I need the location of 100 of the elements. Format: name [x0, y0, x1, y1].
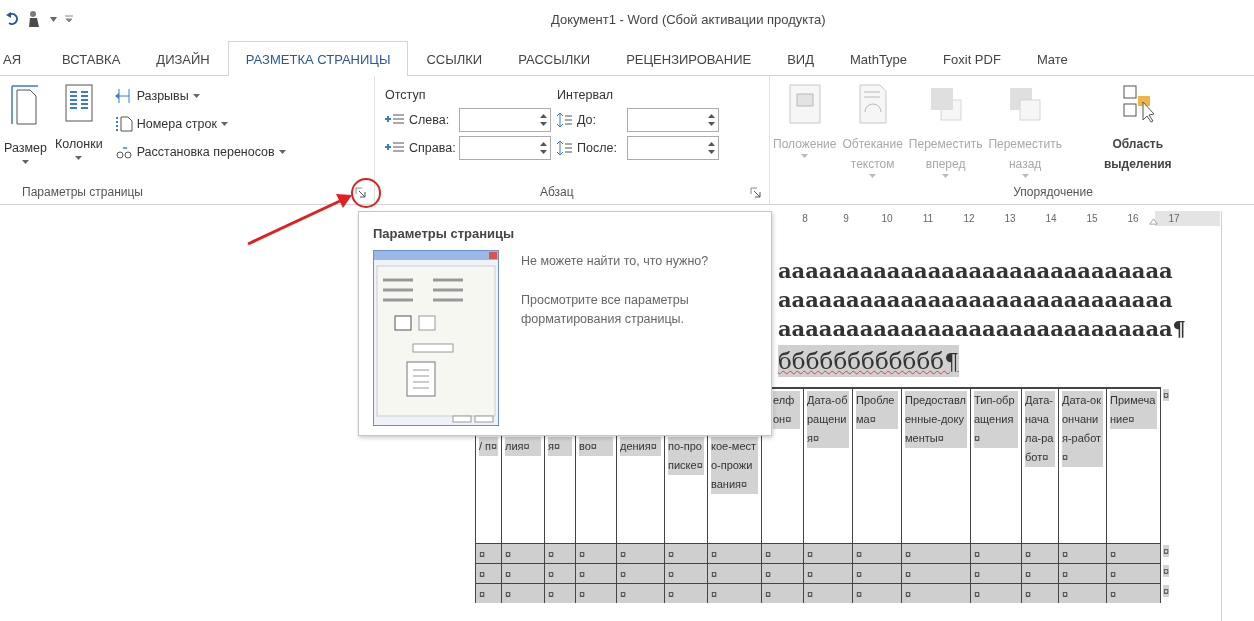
table-header-cell: во¤: [579, 437, 613, 456]
table-cell: ¤: [1106, 563, 1160, 583]
ribbon-button[interactable]: Расстановка переносов: [112, 140, 288, 164]
ribbon-button[interactable]: Колонки: [50, 84, 107, 180]
caret-icon: [278, 150, 286, 154]
text-line: ааааааааааааааааааааааааааааа: [778, 257, 1173, 285]
table-cell: ¤: [1021, 543, 1058, 563]
row-end-mark: ¤: [1163, 545, 1170, 557]
table-header-cell: Тип-обращения¤: [974, 391, 1018, 448]
ribbon-tab[interactable]: Мате: [1018, 42, 1086, 76]
table-cell: ¤: [901, 543, 970, 563]
row-end-mark: ¤: [1163, 585, 1170, 597]
caret-icon: [869, 174, 877, 178]
table-cell: ¤: [475, 563, 501, 583]
ribbon-tab[interactable]: РАЗМЕТКА СТРАНИЦЫ: [227, 41, 409, 76]
caret-icon: [220, 122, 228, 126]
ribbon-button[interactable]: Размер: [0, 84, 51, 180]
table-cell: ¤: [1106, 583, 1160, 603]
ribbon-button[interactable]: Разрывы: [112, 84, 288, 108]
ribbon-tab[interactable]: ССЫЛКИ: [408, 42, 501, 76]
ruler-number: 9: [842, 212, 850, 226]
spacing-icon: [557, 140, 573, 156]
text-line: ааааааааааааааааааааааааааааа¶: [778, 315, 1186, 343]
table-cell: ¤: [501, 583, 544, 603]
breaks-icon: [114, 88, 133, 104]
table-cell: ¤: [575, 543, 616, 563]
spinner-field[interactable]: [459, 136, 551, 160]
line-numbers-icon: [114, 115, 133, 133]
ribbon-tab[interactable]: ВСТАВКА: [44, 42, 139, 76]
spinner-arrows-icon[interactable]: [708, 141, 715, 155]
hyphenation-icon: [114, 144, 133, 160]
table-cell: ¤: [544, 543, 575, 563]
table-cell: ¤: [501, 543, 544, 563]
picture-position-icon: [787, 84, 822, 124]
indent-icon: [385, 113, 405, 127]
spinner-arrows-icon[interactable]: [540, 113, 547, 127]
caret-icon[interactable]: [50, 16, 57, 22]
table-cell: ¤: [970, 543, 1021, 563]
caret-icon: [22, 160, 29, 164]
table-cell: ¤: [852, 583, 901, 603]
table-cell: ¤: [616, 583, 664, 603]
field-label: До:: [577, 113, 598, 127]
table-header-cell: Дата-начала-работ¤: [1025, 391, 1055, 467]
table-header-cell: Предоставленные-документы¤: [905, 391, 967, 448]
caret-icon: [801, 154, 809, 158]
caret-icon: [1021, 174, 1029, 178]
tooltip-text: Не можете найти то, что нужно?: [521, 253, 710, 270]
spinner-arrows-icon[interactable]: [708, 113, 715, 127]
caret-icon: [192, 94, 200, 98]
spinner-field[interactable]: [627, 136, 719, 160]
highlighted-text: бббббббббббб¶: [778, 345, 959, 377]
table-cell: ¤: [1021, 563, 1058, 583]
ribbon-tab[interactable]: ВИД: [769, 42, 832, 76]
table-cell: ¤: [761, 543, 803, 563]
table-cell: ¤: [761, 583, 803, 603]
table-cell: ¤: [707, 543, 761, 563]
table-cell: ¤: [475, 543, 501, 563]
field-label: Справа:: [409, 141, 455, 155]
ribbon-tab[interactable]: Foxit PDF: [925, 42, 1019, 76]
dialog-launcher-icon[interactable]: [355, 186, 366, 198]
ribbon-tab[interactable]: ДИЗАЙН: [138, 42, 228, 76]
table-cell: ¤: [852, 543, 901, 563]
table-cell: ¤: [501, 563, 544, 583]
hand-icon[interactable]: [26, 10, 42, 28]
undo-icon[interactable]: [6, 12, 18, 26]
tooltip-title: Параметры страницы: [373, 226, 515, 241]
indent-marker-icon[interactable]: [1149, 217, 1158, 226]
ruler-number: 14: [1044, 212, 1058, 226]
ribbon-tab[interactable]: РАССЫЛКИ: [500, 42, 609, 76]
spinner-field[interactable]: [459, 108, 551, 132]
table-cell: ¤: [616, 563, 664, 583]
ribbon-tab[interactable]: АЯ: [0, 42, 45, 76]
spinner-field[interactable]: [627, 108, 719, 132]
ruler-number: 10: [880, 212, 894, 226]
spinner-arrows-icon[interactable]: [540, 141, 547, 155]
table-cell: ¤: [761, 563, 803, 583]
ruler-number: 17: [1167, 212, 1181, 226]
table-cell: ¤: [544, 563, 575, 583]
table-cell: ¤: [803, 583, 852, 603]
ribbon-tab[interactable]: MathType: [832, 42, 926, 76]
table-cell: ¤: [803, 563, 852, 583]
table-header-cell: лия¤: [505, 437, 541, 456]
table-header-cell: / п¤: [479, 437, 498, 456]
table-cell: ¤: [901, 563, 970, 583]
highlight-circle: [351, 178, 381, 208]
table-cell: ¤: [544, 583, 575, 603]
table-cell: ¤: [664, 563, 707, 583]
dialog-launcher-icon[interactable]: [750, 186, 761, 198]
table-cell: ¤: [664, 583, 707, 603]
ribbon-button[interactable]: Область выделения: [1100, 84, 1175, 180]
ribbon-tab[interactable]: РЕЦЕНЗИРОВАНИЕ: [608, 42, 770, 76]
ribbon-button[interactable]: Номера строк: [112, 112, 288, 136]
field-label: Слева:: [409, 113, 451, 127]
table-cell: ¤: [1058, 543, 1106, 563]
customize-icon[interactable]: [65, 15, 73, 23]
table-cell: ¤: [803, 543, 852, 563]
ruler-number: 16: [1126, 212, 1140, 226]
table-header-cell: кое-место-проживания¤: [711, 437, 758, 494]
spacing-icon: [557, 112, 573, 128]
indent-icon: [385, 141, 405, 155]
